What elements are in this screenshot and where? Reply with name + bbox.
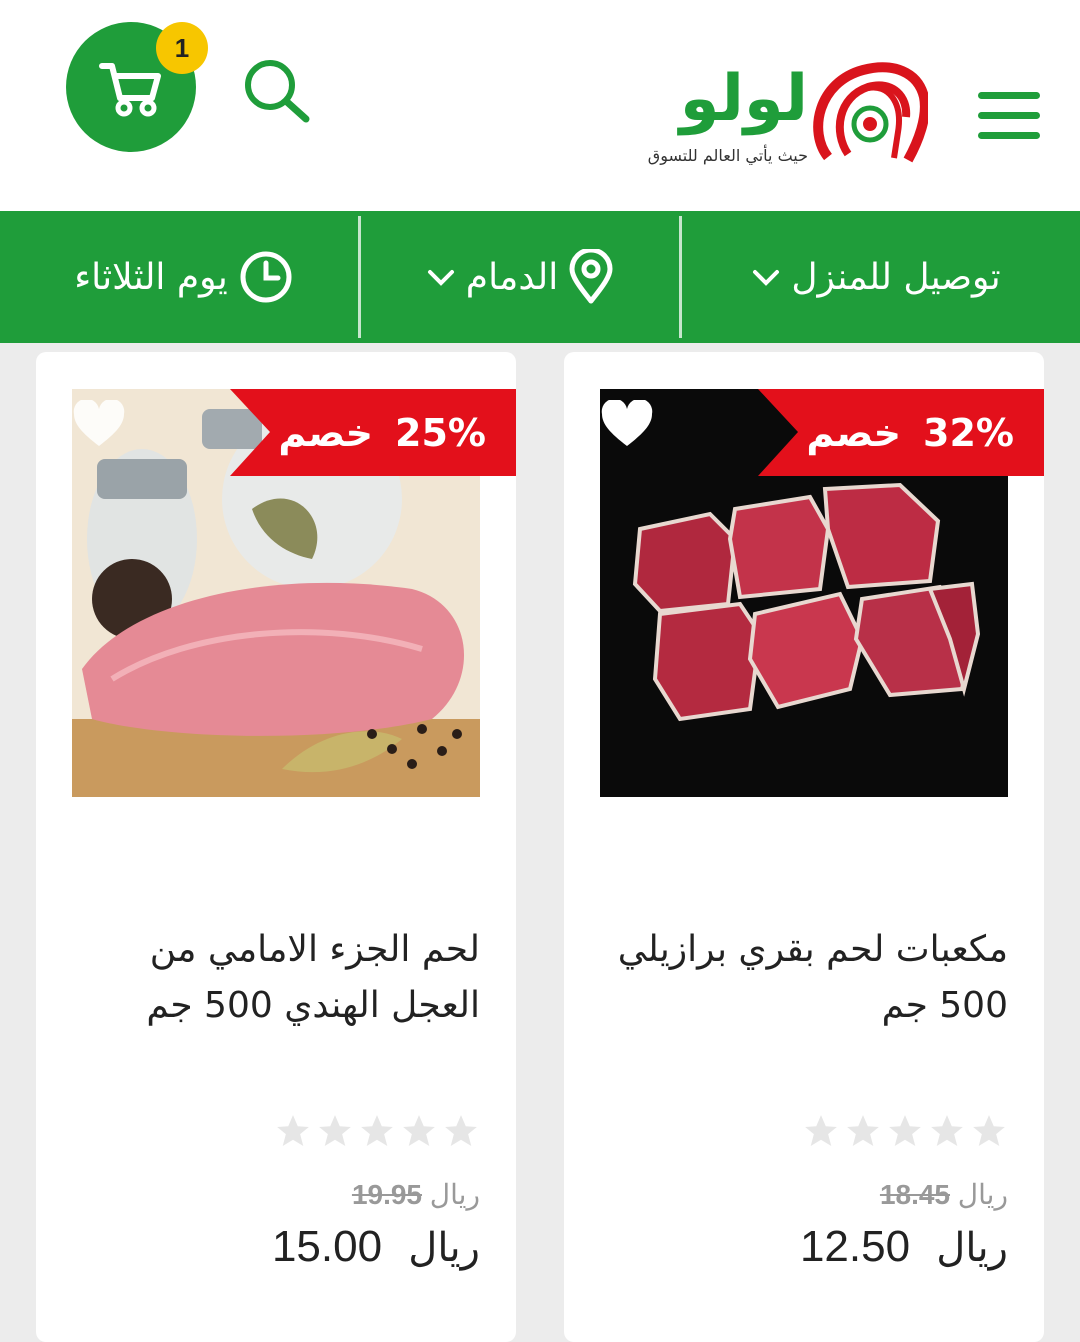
delivery-options-bar: يوم الثلاثاء الدمام توصيل للمنزل	[0, 211, 1080, 343]
chevron-down-icon	[753, 270, 780, 286]
old-price-currency: ريال	[957, 1179, 1008, 1210]
discount-text: 25% خصم	[278, 389, 486, 476]
rating-stars	[274, 1112, 480, 1150]
star-icon	[805, 1115, 837, 1147]
map-pin-icon	[569, 249, 613, 304]
search-button[interactable]	[240, 55, 312, 127]
star-icon	[445, 1115, 477, 1147]
delivery-day-label: يوم الثلاثاء	[74, 256, 228, 298]
old-price-value: 18.45	[879, 1179, 951, 1210]
new-price-value: 15.00	[271, 1222, 383, 1271]
star-icon	[931, 1115, 963, 1147]
heart-icon[interactable]	[600, 400, 654, 450]
discount-word: خصم	[806, 410, 902, 455]
menu-line	[978, 92, 1040, 99]
star-icon	[973, 1115, 1005, 1147]
discount-text: 32% خصم	[806, 389, 1014, 476]
star-icon	[889, 1115, 921, 1147]
star-icon	[403, 1115, 435, 1147]
chevron-down-icon	[427, 270, 454, 286]
old-price: ريال 18.45	[880, 1178, 1008, 1211]
old-price: ريال 19.95	[352, 1178, 480, 1211]
app-header: 1 لولو حيث يأتي العالم للتسوق	[0, 0, 1080, 211]
city-label: الدمام	[465, 256, 559, 298]
delivery-day-selector[interactable]: يوم الثلاثاء	[0, 211, 358, 343]
menu-line	[978, 132, 1040, 139]
discount-percent: 25%	[395, 410, 486, 455]
product-title[interactable]: مكعبات لحم بقري برازيلي 500 جم	[600, 922, 1008, 1034]
star-icon	[847, 1115, 879, 1147]
star-icon	[361, 1115, 393, 1147]
lulu-logo[interactable]: لولو حيث يأتي العالم للتسوق	[588, 62, 928, 172]
hamburger-menu-button[interactable]	[978, 92, 1044, 144]
star-icon	[319, 1115, 351, 1147]
product-card[interactable]: 25% خصم لحم الجزء الامامي من العجل الهند…	[36, 352, 516, 1342]
search-icon	[245, 60, 310, 123]
new-price-currency: ريال	[408, 1226, 480, 1270]
logo-emblem-icon	[813, 62, 928, 163]
clock-icon	[240, 251, 292, 303]
old-price-value: 19.95	[351, 1179, 423, 1210]
logo-wordmark: لولو	[679, 62, 810, 136]
menu-line	[978, 112, 1040, 119]
new-price: ريال 15.00	[272, 1222, 480, 1272]
discount-percent: 32%	[923, 410, 1014, 455]
old-price-currency: ريال	[429, 1179, 480, 1210]
star-icon	[277, 1115, 309, 1147]
cart-count-badge: 1	[156, 22, 208, 74]
new-price-currency: ريال	[936, 1226, 1008, 1270]
city-selector[interactable]: الدمام	[361, 211, 679, 343]
discount-word: خصم	[278, 410, 374, 455]
new-price: ريال 12.50	[800, 1222, 1008, 1272]
delivery-type-label: توصيل للمنزل	[791, 256, 1001, 298]
shopping-cart-icon	[99, 63, 161, 117]
logo-tagline: حيث يأتي العالم للتسوق	[647, 146, 808, 165]
product-title[interactable]: لحم الجزء الامامي من العجل الهندي 500 جم	[72, 922, 480, 1034]
discount-badge: 32% خصم	[758, 389, 1044, 476]
rating-stars	[802, 1112, 1008, 1150]
delivery-type-selector[interactable]: توصيل للمنزل	[682, 211, 1080, 343]
new-price-value: 12.50	[799, 1222, 911, 1271]
discount-badge: 25% خصم	[230, 389, 516, 476]
heart-icon[interactable]	[72, 400, 126, 450]
product-card[interactable]: 32% خصم مكعبات لحم بقري برازيلي 500 جم ر…	[564, 352, 1044, 1342]
